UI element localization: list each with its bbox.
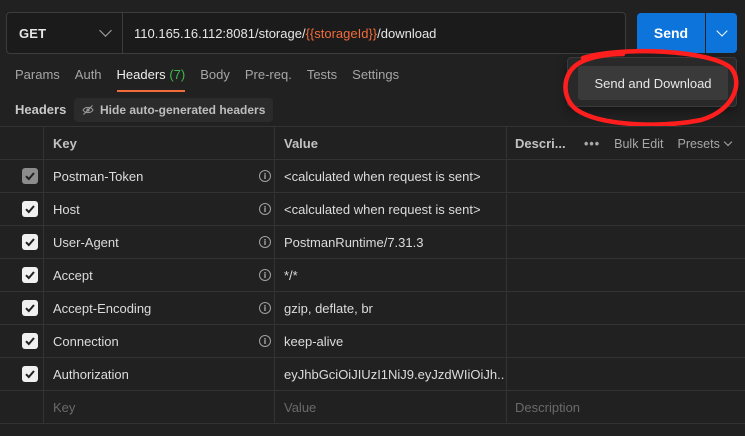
header-key[interactable]: Postman-Token bbox=[53, 160, 253, 192]
info-icon[interactable]: i bbox=[259, 170, 271, 182]
method-label: GET bbox=[19, 25, 47, 41]
chevron-down-icon bbox=[99, 24, 112, 37]
headers-count-badge: (7) bbox=[169, 67, 186, 82]
table-row: Connection i keep-alive bbox=[0, 324, 745, 357]
row-checkbox[interactable] bbox=[22, 366, 38, 382]
tab-settings[interactable]: Settings bbox=[352, 67, 399, 92]
header-value[interactable]: gzip, deflate, br bbox=[284, 292, 504, 324]
row-checkbox[interactable] bbox=[22, 300, 38, 316]
checkmark-icon bbox=[25, 238, 35, 247]
table-row: Accept-Encoding i gzip, deflate, br bbox=[0, 291, 745, 324]
header-key[interactable]: Accept bbox=[53, 259, 253, 291]
hide-auto-headers-label: Hide auto-generated headers bbox=[100, 103, 266, 117]
column-key-header: Key bbox=[53, 135, 77, 151]
tab-pre-request[interactable]: Pre-req. bbox=[245, 67, 292, 92]
headers-table: Key Value Descri... ••• Bulk Edit Preset… bbox=[0, 126, 745, 427]
checkmark-icon bbox=[25, 205, 35, 214]
bulk-edit-button[interactable]: Bulk Edit bbox=[614, 137, 663, 151]
new-description-input[interactable]: Description bbox=[515, 391, 635, 423]
table-row-new: Key Value Description bbox=[0, 390, 745, 423]
row-checkbox[interactable] bbox=[22, 168, 38, 184]
checkmark-icon bbox=[25, 370, 35, 379]
table-row: Accept i */* bbox=[0, 258, 745, 291]
chevron-down-icon bbox=[723, 137, 733, 147]
send-and-download-menu-item[interactable]: Send and Download bbox=[578, 66, 728, 100]
send-button[interactable]: Send bbox=[637, 13, 705, 53]
url-prefix: 110.165.16.112:8081/storage/ bbox=[134, 25, 306, 41]
tab-params[interactable]: Params bbox=[15, 67, 60, 92]
table-tools: ••• Bulk Edit Presets bbox=[584, 127, 733, 160]
new-key-input[interactable]: Key bbox=[53, 391, 253, 423]
url-input[interactable]: 110.165.16.112:8081/storage/{{storageId}… bbox=[123, 13, 625, 53]
url-suffix: /download bbox=[377, 25, 437, 41]
header-key[interactable]: Connection bbox=[53, 325, 253, 357]
row-checkbox[interactable] bbox=[22, 201, 38, 217]
header-value[interactable]: <calculated when request is sent> bbox=[284, 193, 504, 225]
checkmark-icon bbox=[25, 172, 35, 181]
request-tabs: Params Auth Headers (7) Body Pre-req. Te… bbox=[15, 67, 414, 92]
chevron-down-icon bbox=[715, 24, 728, 37]
table-row: Host i <calculated when request is sent> bbox=[0, 192, 745, 225]
presets-label: Presets bbox=[677, 136, 720, 151]
tab-auth[interactable]: Auth bbox=[75, 67, 102, 92]
header-key[interactable]: Authorization bbox=[53, 358, 253, 390]
info-icon[interactable]: i bbox=[259, 269, 271, 281]
hide-auto-headers-button[interactable]: Hide auto-generated headers bbox=[74, 98, 274, 122]
column-description-header: Descri... bbox=[515, 135, 566, 151]
header-value[interactable]: eyJhbGciOiJIUzI1NiJ9.eyJzdWIiOiJh... bbox=[284, 358, 504, 390]
tab-tests[interactable]: Tests bbox=[307, 67, 337, 92]
header-key[interactable]: Host bbox=[53, 193, 253, 225]
tab-headers[interactable]: Headers (7) bbox=[116, 67, 186, 92]
table-bottom-border bbox=[0, 423, 745, 427]
request-bar: GET 110.165.16.112:8081/storage/{{storag… bbox=[6, 12, 626, 54]
row-checkbox[interactable] bbox=[22, 267, 38, 283]
more-options-icon[interactable]: ••• bbox=[584, 137, 600, 151]
info-icon[interactable]: i bbox=[259, 302, 271, 314]
tab-body[interactable]: Body bbox=[200, 67, 230, 92]
header-value[interactable]: */* bbox=[284, 259, 504, 291]
header-key[interactable]: Accept-Encoding bbox=[53, 292, 253, 324]
send-options-button[interactable] bbox=[706, 13, 737, 53]
info-icon[interactable]: i bbox=[259, 335, 271, 347]
row-checkbox[interactable] bbox=[22, 234, 38, 250]
table-row: Authorization eyJhbGciOiJIUzI1NiJ9.eyJzd… bbox=[0, 357, 745, 390]
method-select[interactable]: GET bbox=[7, 13, 123, 53]
table-header-row: Key Value Descri... ••• Bulk Edit Preset… bbox=[0, 126, 745, 159]
table-row: User-Agent i PostmanRuntime/7.31.3 bbox=[0, 225, 745, 258]
header-value[interactable]: PostmanRuntime/7.31.3 bbox=[284, 226, 504, 258]
presets-dropdown[interactable]: Presets bbox=[677, 136, 733, 151]
checkmark-icon bbox=[25, 271, 35, 280]
header-value[interactable]: keep-alive bbox=[284, 325, 504, 357]
header-key[interactable]: User-Agent bbox=[53, 226, 253, 258]
headers-section-title: Headers bbox=[15, 102, 67, 117]
column-value-header: Value bbox=[284, 135, 318, 151]
checkmark-icon bbox=[25, 304, 35, 313]
header-value[interactable]: <calculated when request is sent> bbox=[284, 160, 504, 192]
url-variable: {{storageId}} bbox=[305, 25, 378, 41]
table-row: Postman-Token i <calculated when request… bbox=[0, 159, 745, 192]
info-icon[interactable]: i bbox=[259, 203, 271, 215]
checkmark-icon bbox=[25, 337, 35, 346]
new-value-input[interactable]: Value bbox=[284, 391, 504, 423]
tab-headers-label: Headers bbox=[116, 67, 166, 82]
row-checkbox[interactable] bbox=[22, 333, 38, 349]
send-options-menu: Send and Download bbox=[567, 57, 737, 107]
info-icon[interactable]: i bbox=[259, 236, 271, 248]
eye-off-icon bbox=[82, 105, 94, 115]
